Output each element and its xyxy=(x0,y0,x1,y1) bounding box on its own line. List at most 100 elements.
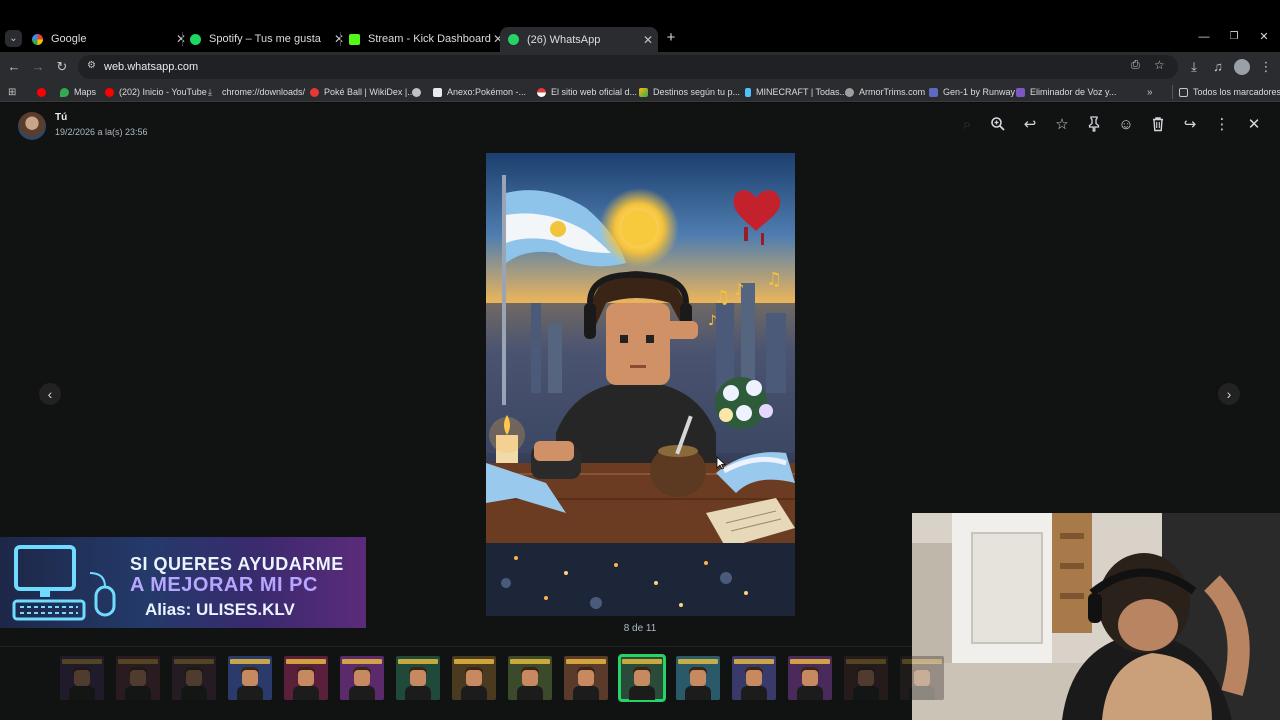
restore-icon[interactable]: ❐ xyxy=(1228,31,1240,43)
previous-image-button[interactable]: ‹ xyxy=(39,383,61,405)
forward-icon[interactable]: ↪ xyxy=(1181,116,1199,134)
reload-icon[interactable]: ↻ xyxy=(54,59,70,75)
globe-icon xyxy=(412,87,421,97)
bookmark-star-icon[interactable]: ☆ xyxy=(1154,58,1165,72)
thumbnail-5[interactable] xyxy=(284,656,328,700)
tab-whatsapp[interactable]: (26) WhatsApp ✕ xyxy=(500,27,658,52)
more-bookmarks-icon[interactable]: » xyxy=(1147,85,1153,99)
destinos-icon xyxy=(639,87,648,97)
close-icon[interactable]: ✕ xyxy=(175,32,187,46)
thumbnail-15[interactable] xyxy=(844,656,888,700)
next-image-button[interactable]: › xyxy=(1218,383,1240,405)
more-options-icon[interactable]: ⋮ xyxy=(1213,116,1231,134)
back-arrow-icon[interactable]: ← xyxy=(6,59,22,75)
forward-arrow-icon[interactable]: → xyxy=(30,59,46,75)
thumbnail-13[interactable] xyxy=(732,656,776,700)
bookmark-globe[interactable] xyxy=(412,85,426,99)
bookmark-label: MINECRAFT | Todas... xyxy=(756,87,848,97)
bookmark-downloads[interactable]: ⤓ chrome://downloads/ xyxy=(208,85,305,99)
close-icon[interactable]: ✕ xyxy=(642,33,654,47)
url-text: web.whatsapp.com xyxy=(104,61,199,73)
bookmark-label: ArmorTrims.com xyxy=(859,87,926,97)
bookmark-youtube-music[interactable] xyxy=(37,85,51,99)
tab-spotify[interactable]: Spotify – Tus me gusta ✕ xyxy=(190,28,345,50)
thumbnail-7[interactable] xyxy=(396,656,440,700)
emoji-react-icon[interactable]: ☺ xyxy=(1117,116,1135,134)
google-icon xyxy=(32,33,43,45)
bookmark-minecraft[interactable]: MINECRAFT | Todas... xyxy=(745,85,847,99)
mouse-cursor-icon xyxy=(716,456,727,475)
thumbnail-6[interactable] xyxy=(340,656,384,700)
star-icon[interactable]: ☆ xyxy=(1053,116,1071,134)
thumbnail-11[interactable] xyxy=(618,654,666,702)
bookmark-label: (202) Inicio - YouTube xyxy=(119,87,207,97)
bookmark-label: El sitio web oficial d... xyxy=(551,87,638,97)
tab-google[interactable]: Google ✕ xyxy=(32,28,187,50)
donation-banner: SI QUERES AYUDARME A MEJORAR MI PC Alias… xyxy=(0,537,366,628)
svg-text:♪: ♪ xyxy=(708,313,717,329)
download-icon[interactable]: ⤓ xyxy=(1186,59,1202,75)
main-image[interactable]: ♫ ♪ ♫ ♪ xyxy=(486,153,795,616)
profile-avatar[interactable] xyxy=(1234,59,1250,75)
bookmark-anexo-pokemon[interactable]: Anexo:Pokémon -... xyxy=(433,85,526,99)
new-tab-button[interactable]: + xyxy=(664,30,678,46)
site-info-icon[interactable]: ⚙ xyxy=(87,60,96,71)
thumbnail-12[interactable] xyxy=(676,656,720,700)
delete-icon[interactable] xyxy=(1149,116,1167,134)
thumbnail-10[interactable] xyxy=(564,656,608,700)
media-control-icon[interactable]: ♫ xyxy=(1210,59,1226,75)
bookmark-pokemon-official[interactable]: El sitio web oficial d... xyxy=(537,85,637,99)
bookmark-maps[interactable]: Maps xyxy=(60,85,96,99)
bookmark-eliminador-voz[interactable]: Eliminador de Voz y... xyxy=(1016,85,1116,99)
thumbnail-16[interactable] xyxy=(900,656,944,700)
tab-label: (26) WhatsApp xyxy=(527,33,601,46)
thumbnail-8[interactable] xyxy=(452,656,496,700)
svg-text:♫: ♫ xyxy=(766,269,782,290)
close-icon[interactable]: ✕ xyxy=(333,32,345,46)
browser-tab-strip: ⌄ Google ✕ Spotify – Tus me gusta ✕ Stre… xyxy=(0,0,1280,52)
window-close-icon[interactable]: ✕ xyxy=(1258,31,1270,43)
donation-alias: Alias: ULISES.KLV xyxy=(145,600,295,619)
bookmark-label: Anexo:Pokémon -... xyxy=(447,87,527,97)
apps-grid-icon[interactable]: ⊞ xyxy=(8,85,16,99)
thumbnail-2[interactable] xyxy=(116,656,160,700)
thumbnail-4[interactable] xyxy=(228,656,272,700)
bookmark-runway[interactable]: Gen-1 by Runway xyxy=(929,85,1015,99)
install-app-icon[interactable]: ⎙ xyxy=(1131,59,1140,72)
reply-icon[interactable]: ↩ xyxy=(1021,116,1039,134)
pixel-art-illustration: ♫ ♪ ♫ ♪ xyxy=(486,153,795,616)
bookmark-label: Poké Ball | WikiDex |... xyxy=(324,87,415,97)
thumbnail-1[interactable] xyxy=(60,656,104,700)
pin-icon[interactable] xyxy=(1085,116,1103,134)
bookmark-label: chrome://downloads/ xyxy=(222,87,306,97)
bookmark-youtube[interactable]: (202) Inicio - YouTube xyxy=(105,85,207,99)
search-icon: ⌕ xyxy=(962,116,972,133)
bookmark-armortrims[interactable]: ArmorTrims.com xyxy=(845,85,925,99)
all-bookmarks-folder[interactable]: Todos los marcadores xyxy=(1172,85,1280,99)
close-viewer-icon[interactable]: ✕ xyxy=(1245,116,1263,134)
bookmark-label: Maps xyxy=(74,87,97,97)
computer-icon xyxy=(12,545,116,621)
tab-kick[interactable]: Stream - Kick Dashboard ✕ xyxy=(349,28,504,50)
tab-separator xyxy=(182,32,183,46)
tab-search-button[interactable]: ⌄ xyxy=(5,30,22,47)
youtube-icon xyxy=(37,87,46,97)
message-timestamp: 19/2/2026 a la(s) 23:56 xyxy=(55,127,148,137)
armortrims-icon xyxy=(845,87,854,97)
zoom-in-icon[interactable] xyxy=(989,116,1007,134)
thumbnail-3[interactable] xyxy=(172,656,216,700)
youtube-icon xyxy=(105,87,114,97)
address-bar[interactable]: ⚙ web.whatsapp.com ⎙ ☆ xyxy=(78,55,1178,79)
thumbnail-9[interactable] xyxy=(508,656,552,700)
thumbnail-14[interactable] xyxy=(788,656,832,700)
menu-kebab-icon[interactable]: ⋮ xyxy=(1258,59,1274,75)
donation-line-1: SI QUERES AYUDARME xyxy=(130,554,344,574)
bookmark-destinos[interactable]: Destinos según tu p... xyxy=(639,85,740,99)
title-bar xyxy=(0,0,1280,26)
wikipedia-icon xyxy=(433,87,442,97)
bookmark-label: Gen-1 by Runway xyxy=(943,87,1016,97)
bookmark-label: Eliminador de Voz y... xyxy=(1030,87,1117,97)
bookmark-wikidex[interactable]: Poké Ball | WikiDex |... xyxy=(310,85,415,99)
kick-icon xyxy=(349,33,360,45)
minimize-icon[interactable]: — xyxy=(1198,31,1210,43)
